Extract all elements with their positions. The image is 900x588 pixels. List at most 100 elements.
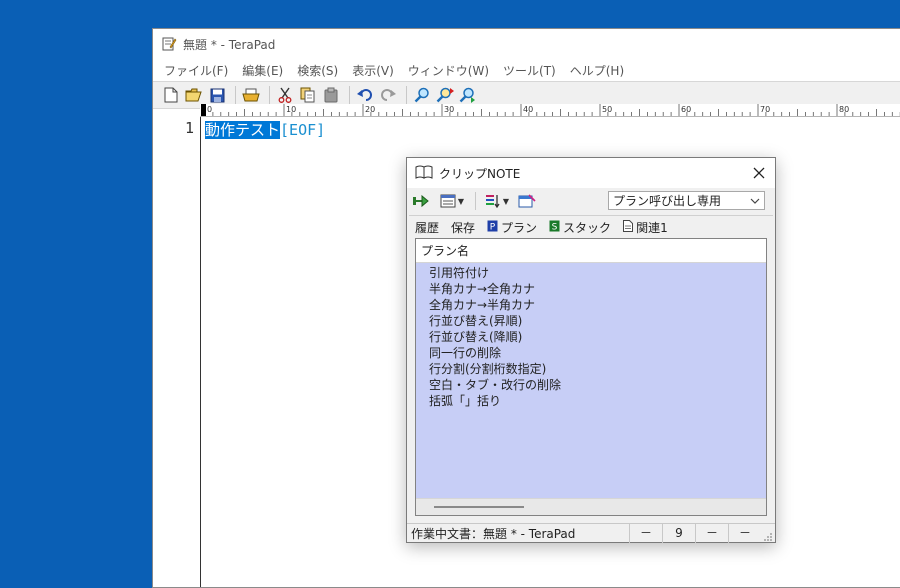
status-document: 作業中文書：無題 * - TeraPad xyxy=(411,527,576,541)
find-prev-icon[interactable] xyxy=(458,85,478,105)
ruler-label: 40 xyxy=(523,105,533,114)
plan-icon: P xyxy=(487,220,498,235)
clipnote-window: クリップNOTE ▼ ▼ プラン呼び出し専用 履歴 保存 P プラン S スタッ… xyxy=(406,157,776,543)
eof-marker: [EOF] xyxy=(280,121,326,139)
sort-button[interactable]: ▼ xyxy=(480,191,514,211)
tab-related[interactable]: 関連1 xyxy=(617,219,674,236)
toolbar-separator xyxy=(235,86,236,104)
clipnote-title: クリップNOTE xyxy=(439,166,521,181)
ruler-label: 0 xyxy=(207,105,212,114)
menu-help[interactable]: ヘルプ(H) xyxy=(563,62,631,79)
ruler-label: 10 xyxy=(286,105,296,114)
svg-text:P: P xyxy=(490,222,496,232)
document-icon xyxy=(623,219,634,235)
menu-file[interactable]: ファイル(F) xyxy=(157,62,235,79)
menu-window[interactable]: ウィンドウ(W) xyxy=(401,62,496,79)
find-next-icon[interactable] xyxy=(435,85,455,105)
redo-icon[interactable] xyxy=(378,85,398,105)
clipnote-statusbar: 作業中文書：無題 * - TeraPad － 9 － － xyxy=(407,523,775,543)
new-file-icon[interactable] xyxy=(161,85,181,105)
chevron-down-icon: ▼ xyxy=(457,196,465,206)
open-folder-icon[interactable] xyxy=(184,85,204,105)
menubar: ファイル(F) 編集(E) 検索(S) 表示(V) ウィンドウ(W) ツール(T… xyxy=(153,59,900,81)
horizontal-scrollbar[interactable] xyxy=(416,498,766,515)
tab-saved[interactable]: 保存 xyxy=(445,219,481,236)
tab-plan[interactable]: P プラン xyxy=(481,219,543,236)
toolbar-separator xyxy=(349,86,350,104)
tab-label: プラン xyxy=(501,220,538,235)
view-mode-button[interactable]: ▼ xyxy=(435,191,469,211)
list-item[interactable]: 行分割(分割桁数指定) xyxy=(416,361,766,377)
tab-label: 関連1 xyxy=(636,220,668,235)
ruler-label: 70 xyxy=(760,105,770,114)
toolbar-separator xyxy=(406,86,407,104)
status-cell: － xyxy=(629,524,662,543)
column-ruler: 0 10 20 30 40 50 60 70 80 xyxy=(200,104,900,117)
main-titlebar[interactable]: 無題 * - TeraPad xyxy=(153,29,900,59)
status-cell: － xyxy=(728,524,761,543)
plan-list[interactable]: プラン名 引用符付け 半角カナ→全角カナ 全角カナ→半角カナ 行並び替え(昇順)… xyxy=(415,238,767,516)
toolbar-separator xyxy=(269,86,270,104)
stack-icon: S xyxy=(549,220,560,235)
list-item[interactable]: 空白・タブ・改行の削除 xyxy=(416,377,766,393)
main-window-title: 無題 * - TeraPad xyxy=(183,37,276,52)
plan-items: 引用符付け 半角カナ→全角カナ 全角カナ→半角カナ 行並び替え(昇順) 行並び替… xyxy=(416,263,766,409)
ruler-label: 60 xyxy=(681,105,691,114)
cut-icon[interactable] xyxy=(275,85,295,105)
clipnote-toolbar: ▼ ▼ プラン呼び出し専用 xyxy=(409,189,773,213)
list-item[interactable]: 行並び替え(昇順) xyxy=(416,313,766,329)
tab-stack[interactable]: S スタック xyxy=(543,219,617,236)
window-edit-icon xyxy=(518,194,536,208)
scrollbar-thumb[interactable] xyxy=(434,506,524,508)
save-icon[interactable] xyxy=(207,85,227,105)
copy-icon[interactable] xyxy=(298,85,318,105)
tab-label: スタック xyxy=(563,220,612,235)
list-item[interactable]: 括弧「」括り xyxy=(416,393,766,409)
line-number: 1 xyxy=(184,119,194,137)
clipnote-tabs: 履歴 保存 P プラン S スタック 関連1 xyxy=(409,215,773,238)
list-item[interactable]: 全角カナ→半角カナ xyxy=(416,297,766,313)
list-item[interactable]: 半角カナ→全角カナ xyxy=(416,281,766,297)
ruler-ticks: 0 10 20 30 40 50 60 70 80 xyxy=(201,104,900,116)
plan-select-value: プラン呼び出し専用 xyxy=(613,194,722,208)
menu-view[interactable]: 表示(V) xyxy=(345,62,401,79)
clipnote-titlebar[interactable]: クリップNOTE xyxy=(407,158,775,188)
resize-grip-icon[interactable] xyxy=(763,532,773,542)
pin-button[interactable] xyxy=(409,191,433,211)
list-item[interactable]: 同一行の削除 xyxy=(416,345,766,361)
ruler-label: 30 xyxy=(444,105,454,114)
ruler-label: 20 xyxy=(365,105,375,114)
ruler-label: 50 xyxy=(602,105,612,114)
status-count: 9 xyxy=(662,524,695,543)
tab-history[interactable]: 履歴 xyxy=(409,219,445,236)
print-icon[interactable] xyxy=(241,85,261,105)
ruler-cursor-marker xyxy=(201,104,206,116)
toolbar-separator xyxy=(475,192,476,210)
selected-text[interactable]: 動作テスト xyxy=(205,121,281,139)
find-icon[interactable] xyxy=(412,85,432,105)
undo-icon[interactable] xyxy=(355,85,375,105)
list-item[interactable]: 行並び替え(降順) xyxy=(416,329,766,345)
svg-text:S: S xyxy=(552,222,558,232)
list-item[interactable]: 引用符付け xyxy=(416,265,766,281)
menu-edit[interactable]: 編集(E) xyxy=(235,62,290,79)
editor-line[interactable]: 動作テスト[EOF] xyxy=(205,119,325,140)
close-button[interactable] xyxy=(751,165,767,181)
book-icon xyxy=(415,165,433,182)
list-view-icon xyxy=(440,194,456,208)
line-number-gutter: 1 xyxy=(153,117,201,587)
chevron-down-icon: ▼ xyxy=(502,196,510,206)
sort-icon xyxy=(485,195,500,208)
close-icon xyxy=(753,167,765,179)
tab-label: 保存 xyxy=(451,220,476,235)
chevron-down-icon xyxy=(750,195,760,209)
paste-icon[interactable] xyxy=(321,85,341,105)
ruler-label: 80 xyxy=(839,105,849,114)
menu-tools[interactable]: ツール(T) xyxy=(496,62,563,79)
plan-edit-button[interactable] xyxy=(516,191,538,211)
status-cell: － xyxy=(695,524,728,543)
plan-select[interactable]: プラン呼び出し専用 xyxy=(608,191,765,210)
tab-label: 履歴 xyxy=(415,220,440,235)
menu-search[interactable]: 検索(S) xyxy=(290,62,345,79)
list-column-header[interactable]: プラン名 xyxy=(416,239,766,263)
